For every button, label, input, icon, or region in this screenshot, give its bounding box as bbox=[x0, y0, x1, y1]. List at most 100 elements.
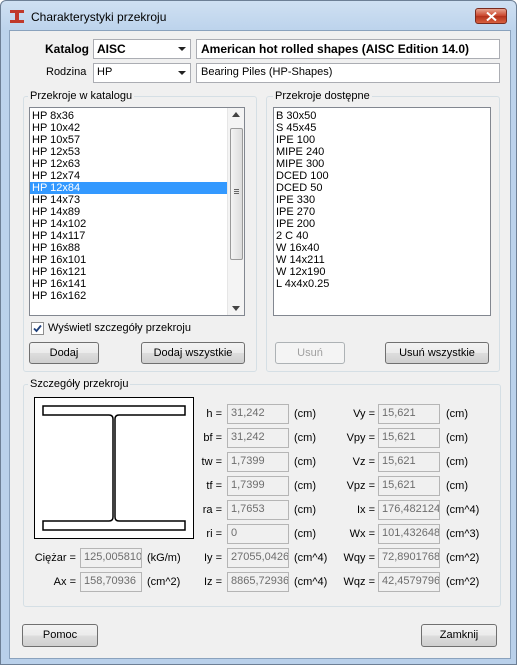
catalog-label: Katalog bbox=[45, 42, 90, 56]
param-unit: (cm^4) bbox=[446, 504, 480, 516]
available-section-item[interactable]: W 12x190 bbox=[274, 266, 490, 278]
param-value: 101,432648 bbox=[378, 524, 440, 544]
param-value: 0 bbox=[227, 524, 289, 544]
catalog-section-item[interactable]: HP 12x53 bbox=[30, 146, 244, 158]
param-unit: (cm) bbox=[294, 504, 316, 516]
catalog-section-item[interactable]: HP 14x89 bbox=[30, 206, 244, 218]
param-unit: (cm^4) bbox=[294, 552, 328, 564]
catalog-select[interactable]: AISC bbox=[93, 39, 191, 59]
catalog-section-item[interactable]: HP 14x102 bbox=[30, 218, 244, 230]
available-section-item[interactable]: IPE 200 bbox=[274, 218, 490, 230]
param-unit: (cm) bbox=[294, 480, 316, 492]
show-details-checkbox[interactable] bbox=[31, 322, 44, 335]
param-label: Vpz = bbox=[346, 480, 375, 492]
param-value: 8865,72936 bbox=[227, 572, 289, 592]
mass-unit: (kG/m) bbox=[147, 552, 181, 564]
param-label: Iy = bbox=[203, 552, 222, 564]
remove-button[interactable]: Usuń bbox=[275, 342, 345, 364]
catalog-section-item[interactable]: HP 16x141 bbox=[30, 278, 244, 290]
area-label: Ax = bbox=[53, 576, 76, 588]
mass-value: 125,005810 bbox=[80, 548, 142, 568]
param-value: 15,621 bbox=[378, 428, 440, 448]
catalog-section-item[interactable]: HP 14x117 bbox=[30, 230, 244, 242]
add-all-button[interactable]: Dodaj wszystkie bbox=[141, 342, 245, 364]
catalog-section-item[interactable]: HP 10x57 bbox=[30, 134, 244, 146]
area-value: 158,70936 bbox=[80, 572, 142, 592]
available-section-item[interactable]: B 30x50 bbox=[274, 110, 490, 122]
param-unit: (cm) bbox=[446, 408, 468, 420]
catalog-section-item[interactable]: HP 16x162 bbox=[30, 290, 244, 302]
scroll-thumb[interactable] bbox=[230, 128, 243, 260]
available-section-item[interactable]: W 16x40 bbox=[274, 242, 490, 254]
param-label: Iz = bbox=[203, 576, 222, 588]
param-unit: (cm^2) bbox=[446, 552, 480, 564]
help-button[interactable]: Pomoc bbox=[22, 624, 98, 647]
catalog-section-item[interactable]: HP 14x73 bbox=[30, 194, 244, 206]
available-section-item[interactable]: L 4x4x0.25 bbox=[274, 278, 490, 290]
area-unit: (cm^2) bbox=[147, 576, 181, 588]
param-unit: (cm) bbox=[294, 432, 316, 444]
param-value: 42,4579796 bbox=[378, 572, 440, 592]
chevron-down-icon bbox=[178, 71, 186, 75]
dialog-window: Charakterystyki przekroju Katalog AISC A… bbox=[0, 0, 517, 665]
catalog-select-value: AISC bbox=[97, 42, 126, 56]
param-unit: (cm) bbox=[294, 528, 316, 540]
param-unit: (cm) bbox=[294, 408, 316, 420]
available-section-item[interactable]: IPE 100 bbox=[274, 134, 490, 146]
catalog-sections-list[interactable]: HP 8x36 HP 10x42 HP 10x57 HP 12x53 HP 12x63 H… bbox=[29, 107, 245, 316]
param-label: ri = bbox=[206, 528, 222, 540]
param-value: 1,7399 bbox=[227, 476, 289, 496]
param-label: Vpy = bbox=[346, 432, 375, 444]
available-section-item[interactable]: IPE 330 bbox=[274, 194, 490, 206]
catalog-section-item[interactable]: HP 12x74 bbox=[30, 170, 244, 182]
remove-all-button[interactable]: Usuń wszystkie bbox=[385, 342, 489, 364]
param-label: Vz = bbox=[352, 456, 375, 468]
close-window-button[interactable] bbox=[475, 8, 507, 24]
param-label: ra = bbox=[202, 504, 222, 516]
param-value: 15,621 bbox=[378, 476, 440, 496]
param-value: 1,7399 bbox=[227, 452, 289, 472]
param-unit: (cm) bbox=[446, 456, 468, 468]
catalog-section-item[interactable]: HP 16x88 bbox=[30, 242, 244, 254]
show-details-label[interactable]: Wyświetl szczegóły przekroju bbox=[48, 322, 191, 334]
catalog-section-item[interactable]: HP 10x42 bbox=[30, 122, 244, 134]
family-select-value: HP bbox=[97, 66, 113, 78]
close-button[interactable]: Zamknij bbox=[421, 624, 497, 647]
available-sections-title: Przekroje dostępne bbox=[273, 90, 372, 102]
section-details-title: Szczegóły przekroju bbox=[28, 378, 131, 390]
param-unit: (cm) bbox=[446, 480, 468, 492]
param-value: 15,621 bbox=[378, 452, 440, 472]
catalog-sections-title: Przekroje w katalogu bbox=[28, 90, 135, 102]
available-section-item[interactable]: W 14x211 bbox=[274, 254, 490, 266]
available-section-item[interactable]: 2 C 40 bbox=[274, 230, 490, 242]
param-label: bf = bbox=[203, 432, 222, 444]
scroll-up-icon[interactable] bbox=[232, 112, 240, 117]
available-section-item[interactable]: DCED 100 bbox=[274, 170, 490, 182]
section-profile-icon bbox=[10, 10, 24, 23]
i-beam-drawing bbox=[34, 397, 194, 539]
family-select[interactable]: HP bbox=[93, 63, 191, 83]
window-title: Charakterystyki przekroju bbox=[31, 10, 167, 24]
catalog-section-item[interactable]: HP 12x63 bbox=[30, 158, 244, 170]
family-description: Bearing Piles (HP-Shapes) bbox=[196, 63, 500, 83]
catalog-section-item[interactable]: HP 16x101 bbox=[30, 254, 244, 266]
available-sections-list[interactable]: B 30x50 S 45x45 IPE 100 MIPE 240 MIPE 300 DCE… bbox=[273, 107, 491, 316]
available-section-item[interactable]: MIPE 240 bbox=[274, 146, 490, 158]
available-section-item[interactable]: IPE 270 bbox=[274, 206, 490, 218]
param-label: Wqy = bbox=[343, 552, 375, 564]
checkmark-icon bbox=[33, 324, 42, 333]
available-items-container: B 30x50 S 45x45 IPE 100 MIPE 240 MIPE 300 DCE… bbox=[274, 108, 490, 290]
catalog-list-scrollbar[interactable] bbox=[227, 108, 244, 315]
add-button[interactable]: Dodaj bbox=[29, 342, 99, 364]
catalog-section-item[interactable]: HP 16x121 bbox=[30, 266, 244, 278]
param-label: Ix = bbox=[356, 504, 375, 516]
dialog-client: Katalog AISC American hot rolled shapes … bbox=[9, 30, 511, 659]
scroll-down-icon[interactable] bbox=[232, 306, 240, 311]
available-section-item[interactable]: S 45x45 bbox=[274, 122, 490, 134]
title-bar[interactable]: Charakterystyki przekroju bbox=[1, 1, 516, 31]
available-section-item[interactable]: MIPE 300 bbox=[274, 158, 490, 170]
available-section-item[interactable]: DCED 50 bbox=[274, 182, 490, 194]
catalog-section-item[interactable]: HP 8x36 bbox=[30, 110, 244, 122]
param-label: Wx = bbox=[349, 528, 375, 540]
catalog-section-item[interactable]: HP 12x84 bbox=[30, 182, 244, 194]
